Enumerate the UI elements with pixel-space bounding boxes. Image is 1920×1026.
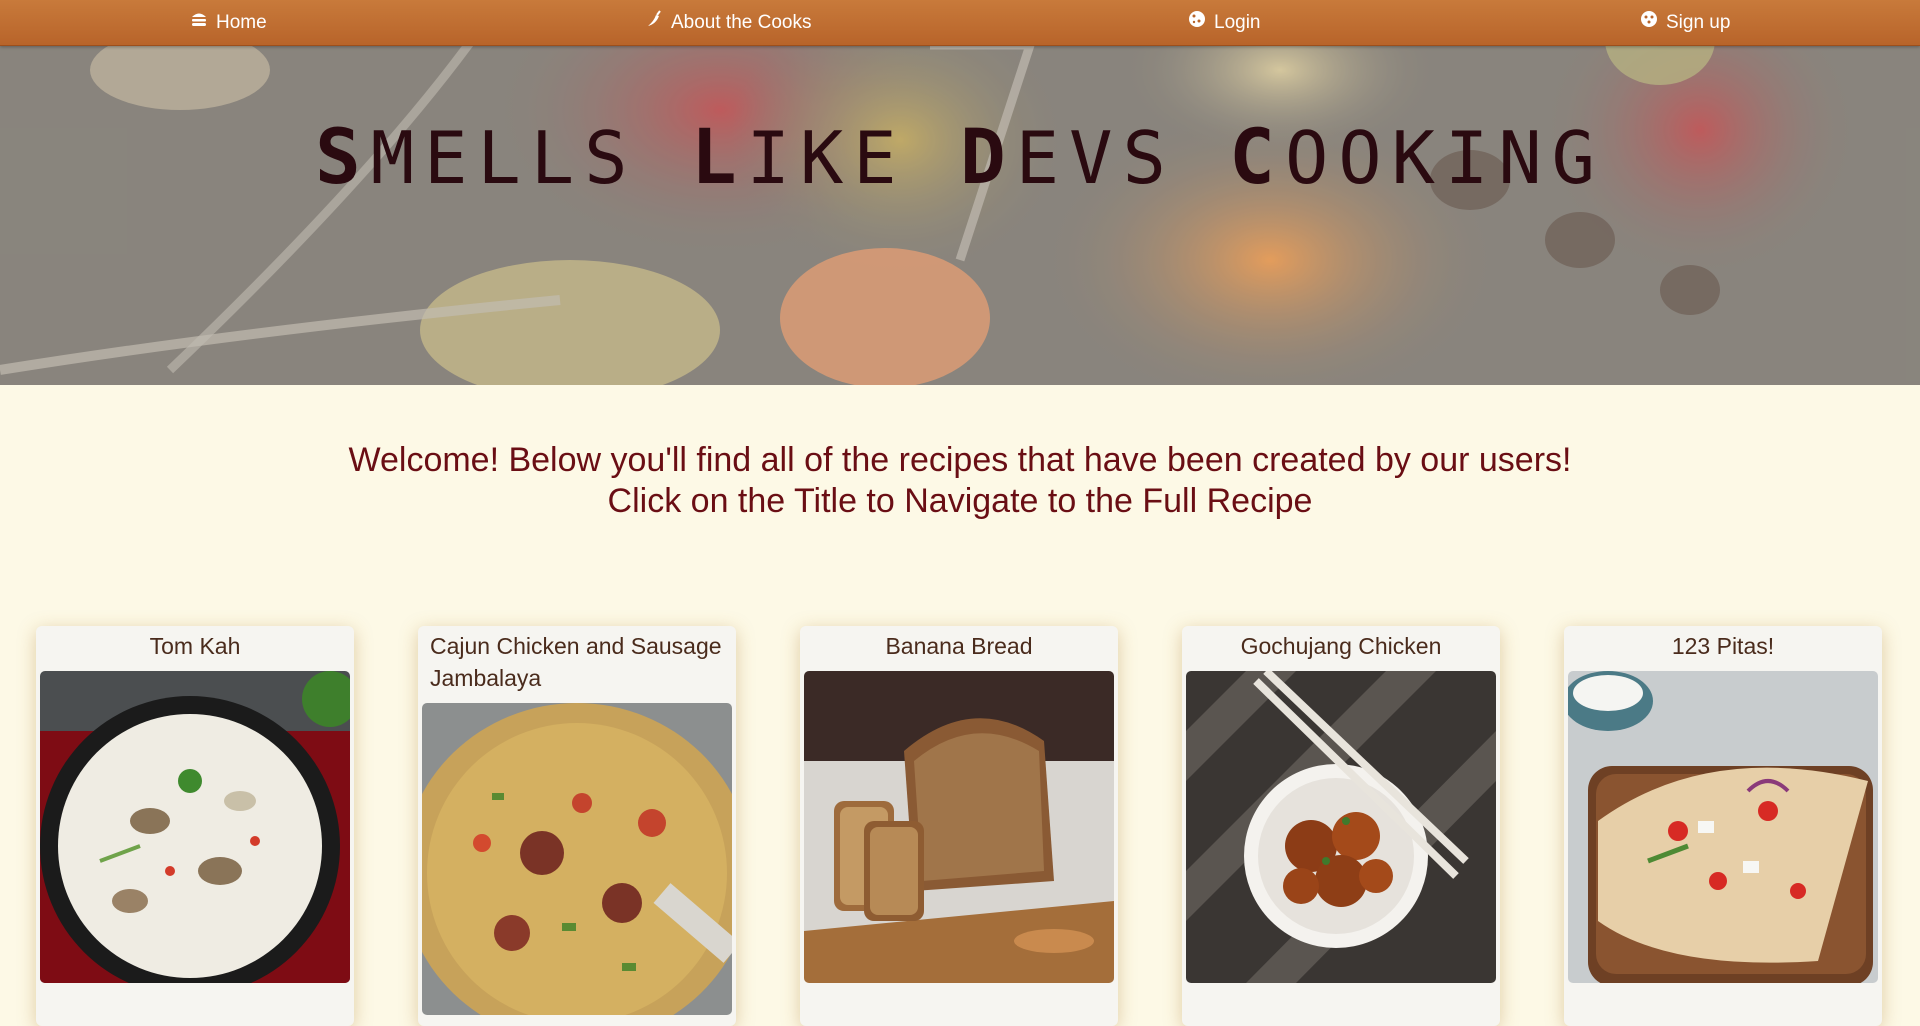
title-word-1: SMELLS bbox=[314, 112, 638, 201]
cookie-icon bbox=[1189, 10, 1205, 27]
recipe-card: Cajun Chicken and Sausage Jambalaya bbox=[418, 626, 736, 1026]
gochujang-chicken-image bbox=[1186, 671, 1496, 983]
nav-signup-label: Sign up bbox=[1666, 11, 1731, 33]
tom-kah-image bbox=[40, 671, 350, 983]
hero-banner: SMELLS LIKE DEVS COOKING bbox=[0, 0, 1920, 385]
title-word-3: DEVS bbox=[960, 112, 1176, 201]
title-word-2: LIKE bbox=[690, 112, 907, 201]
recipe-title-link[interactable]: Banana Bread bbox=[800, 626, 1118, 662]
title-word-4: COOKING bbox=[1229, 112, 1606, 201]
recipe-card: 123 Pitas! bbox=[1564, 626, 1882, 1026]
recipe-card-grid: Tom Kah Cajun Chicken and Sausage Jambal… bbox=[0, 626, 1920, 1026]
recipe-title-link[interactable]: Gochujang Chicken bbox=[1182, 626, 1500, 662]
recipe-title-link[interactable]: Tom Kah bbox=[36, 626, 354, 662]
welcome-line-1: Welcome! Below you'll find all of the re… bbox=[348, 441, 1572, 479]
hamburger-icon bbox=[192, 13, 206, 26]
cookie-icon bbox=[1641, 10, 1657, 27]
banana-bread-image bbox=[804, 671, 1114, 983]
nav-home-label: Home bbox=[216, 11, 267, 33]
pitas-image bbox=[1568, 671, 1878, 983]
recipe-card: Tom Kah bbox=[36, 626, 354, 1026]
nav-login-label: Login bbox=[1214, 11, 1261, 33]
recipe-card: Gochujang Chicken bbox=[1182, 626, 1500, 1026]
recipe-title-link[interactable]: 123 Pitas! bbox=[1564, 626, 1882, 662]
nav-about-label: About the Cooks bbox=[671, 11, 812, 33]
top-navbar: Home About the Cooks Login Sign up bbox=[0, 0, 1920, 46]
welcome-line-2: Click on the Title to Navigate to the Fu… bbox=[607, 482, 1313, 520]
nav-home-link[interactable]: Home bbox=[190, 0, 267, 45]
nav-about-link[interactable]: About the Cooks bbox=[645, 0, 811, 45]
site-title: SMELLS LIKE DEVS COOKING bbox=[0, 112, 1920, 201]
pepper-icon bbox=[648, 9, 661, 26]
recipe-card: Banana Bread bbox=[800, 626, 1118, 1026]
jambalaya-image bbox=[422, 703, 732, 1015]
recipe-title-link[interactable]: Cajun Chicken and Sausage Jambalaya bbox=[418, 626, 736, 694]
nav-signup-link[interactable]: Sign up bbox=[1640, 0, 1730, 45]
welcome-message: Welcome! Below you'll find all of the re… bbox=[0, 440, 1920, 522]
nav-login-link[interactable]: Login bbox=[1188, 0, 1261, 45]
